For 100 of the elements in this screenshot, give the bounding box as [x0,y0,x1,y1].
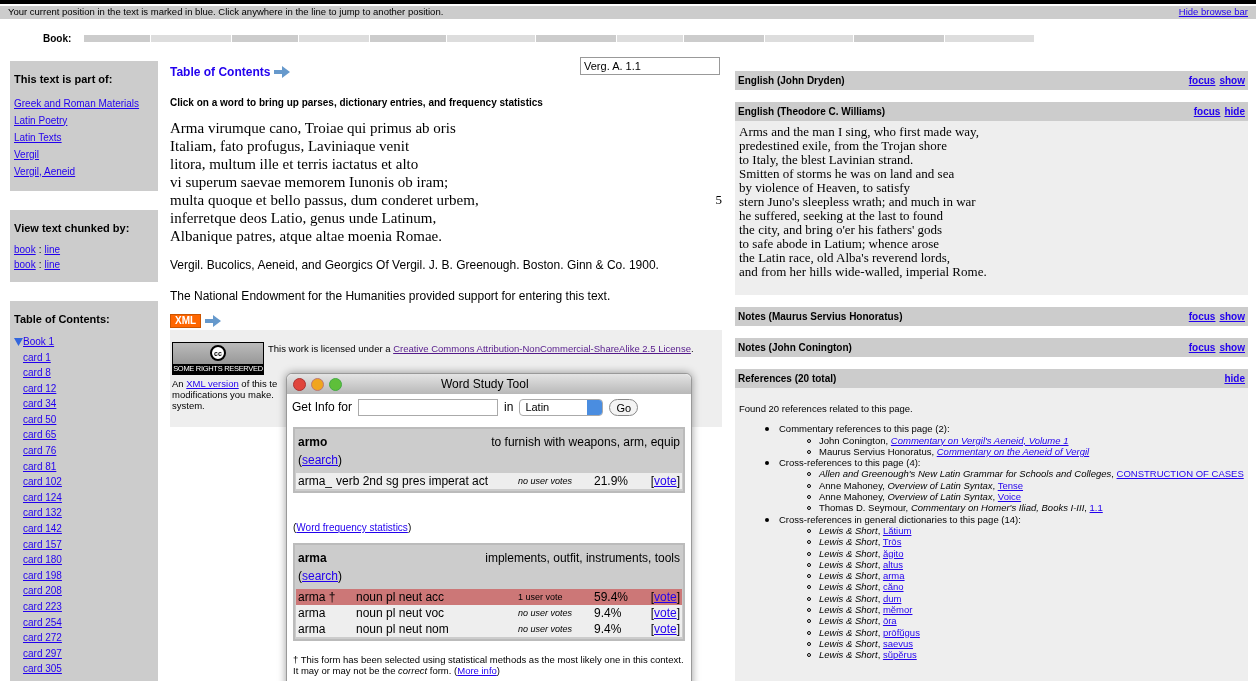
lemma-text: arma [298,550,327,567]
parse-row[interactable]: arma † noun pl neut acc 1 user vote 59.4% [vote] [296,589,682,605]
vote-link[interactable]: [vote] [638,589,680,605]
focus-link[interactable]: focus [1188,340,1216,355]
latin-verse-line[interactable]: Italiam, fato profugus, Laviniaque venit [170,137,410,155]
card-link[interactable]: card 198 [23,569,62,581]
card-link[interactable]: card 297 [23,647,62,659]
latin-verse-line[interactable]: vi superum saevae memorem Iunonis ob iram; [170,173,449,191]
card-link[interactable]: card 223 [23,601,62,612]
focus-link[interactable]: focus [1193,104,1221,119]
minimize-button[interactable] [311,377,324,391]
search-link[interactable]: (search) [298,451,343,469]
reference-link[interactable]: dum [882,592,902,604]
toggle-link[interactable]: hide [1224,104,1245,119]
toggle-link[interactable]: show [1219,309,1245,324]
collection-link[interactable]: Vergil, Aeneid [14,165,76,177]
panel-title: References (20 total) [738,372,837,386]
citation-field[interactable]: Verg. A. 1.1 [580,57,720,75]
card-link[interactable]: card 12 [23,382,57,394]
reference-link[interactable]: altus [882,558,903,570]
card-link[interactable]: card 124 [23,491,62,503]
toggle-link[interactable]: show [1219,73,1245,88]
vote-link[interactable]: [vote] [638,605,680,621]
source-citation: Vergil. Bucolics, Aeneid, and Georgics Of Vergil. J. B. Greenough. Boston. Ginn & Co. 1900. [170,257,660,274]
frequency-link[interactable]: (Word frequency statistics) [293,520,412,535]
vote-link[interactable]: [vote] [638,473,680,489]
license-link[interactable]: Creative Commons Attribution-NonCommercial-ShareAlike 2.5 License [393,343,691,354]
card-link[interactable]: card 102 [23,476,62,488]
hide-browse-bar-link[interactable]: Hide browse bar [1178,5,1248,20]
word-field[interactable] [358,398,499,416]
card-link[interactable]: card 132 [23,507,62,519]
book-link[interactable]: Book 1 [23,333,55,350]
reference-link[interactable]: căno [882,581,904,593]
toggle-link[interactable]: hide [1224,371,1245,386]
card-link[interactable]: card 1 [23,351,51,363]
focus-link[interactable]: focus [1188,309,1216,324]
reference-link[interactable]: mĕmor [882,604,913,616]
collection-link[interactable]: Greek and Roman Materials [14,97,140,109]
chunk-link[interactable]: line [44,257,61,272]
parse-row[interactable]: arma_ verb 2nd sg pres imperat act no user votes 21.9% [vote] [296,473,682,489]
reference-link[interactable]: CONSTRUCTION OF CASES [1116,468,1244,480]
card-link[interactable]: card 305 [23,663,62,675]
card-link[interactable]: card 8 [23,367,51,379]
language-select[interactable]: Latin [519,398,604,416]
card-link[interactable]: card 50 [23,413,57,425]
reference-link[interactable]: Tense [997,479,1024,491]
reference-link[interactable]: Commentary on the Aeneid of Vergil [936,445,1090,457]
go-button[interactable]: Go [609,398,639,416]
card-link[interactable]: card 254 [23,616,62,628]
reference-link[interactable]: Lătium [882,524,912,536]
latin-verse-line[interactable]: Albanique patres, atque altae moenia Romae. [170,227,442,245]
card-link[interactable]: card 272 [23,632,62,644]
disclosure-triangle-icon[interactable] [14,337,23,346]
card-link[interactable]: card 65 [23,429,57,441]
card-link[interactable]: card 142 [23,523,62,535]
close-button[interactable] [293,377,306,391]
parse-row[interactable]: arma noun pl neut voc no user votes 9.4% [vote] [296,605,682,621]
translation-line: to Italy, the blest Lavinian strand. [739,153,914,167]
latin-verse-line[interactable]: Arma virumque cano, Troiae qui primus ab oris [170,119,456,137]
reference-link[interactable]: prōfŭgus [882,626,920,638]
reference-link[interactable]: Trōs [882,536,902,548]
focus-link[interactable]: focus [1188,73,1216,88]
separator-text: : [38,258,42,272]
search-link[interactable]: (search) [298,567,343,585]
bullet-icon [765,427,769,432]
reference-link[interactable]: ăgito [882,547,904,559]
reference-link[interactable]: 1.1 [1089,502,1103,514]
panel-heading: Table of Contents: [14,312,111,327]
card-link[interactable]: card 157 [23,538,62,550]
card-link[interactable]: card 76 [23,445,57,457]
more-info-link[interactable]: More info [457,665,497,676]
latin-verse-line[interactable]: litora, multum ille et terris iactatus et alto [170,155,419,173]
card-link[interactable]: card 34 [23,398,57,410]
reference-link[interactable]: saevus [882,637,913,649]
position-bar[interactable] [84,34,1034,42]
collection-link[interactable]: Vergil [14,148,39,160]
reference-link[interactable]: arma [882,570,905,582]
collection-link[interactable]: Latin Poetry [14,114,68,126]
table-of-contents-link[interactable]: Table of Contents [170,63,271,81]
card-link[interactable]: card 81 [23,460,57,472]
toggle-link[interactable]: show [1219,340,1245,355]
collection-link[interactable]: Latin Texts [14,131,62,143]
latin-verse-line[interactable]: multa quoque et bello passus, dum conderet urbem, [170,191,479,209]
vote-link[interactable]: [vote] [638,621,680,637]
latin-verse-line[interactable]: inferretque deos Latio, genus unde Latinum, [170,209,437,227]
chunk-link[interactable]: book [14,257,36,272]
reference-link[interactable]: ōra [882,615,897,627]
card-link[interactable]: card 208 [23,585,62,597]
reference-link[interactable]: sŭpĕrus [882,649,917,661]
parse-row[interactable]: arma noun pl neut nom no user votes 9.4% [vote] [296,621,682,637]
card-link[interactable]: card 180 [23,554,62,566]
reference-link[interactable]: Voice [997,491,1022,503]
reference-link[interactable]: Commentary on Vergil's Aeneid, Volume 1 [890,434,1069,446]
zoom-button[interactable] [329,377,342,391]
reference-entry: Lewis & Short, prōfŭgus [819,626,920,638]
xml-version-link[interactable]: XML version [186,378,239,389]
vote-count: no user votes [518,607,574,620]
chunk-link[interactable]: line [44,242,61,257]
license-text: This work is licensed under a Creative Commons Attribution-NonCommercial-ShareAlike 2.5 License. [268,342,694,354]
chunk-link[interactable]: book [14,242,36,257]
